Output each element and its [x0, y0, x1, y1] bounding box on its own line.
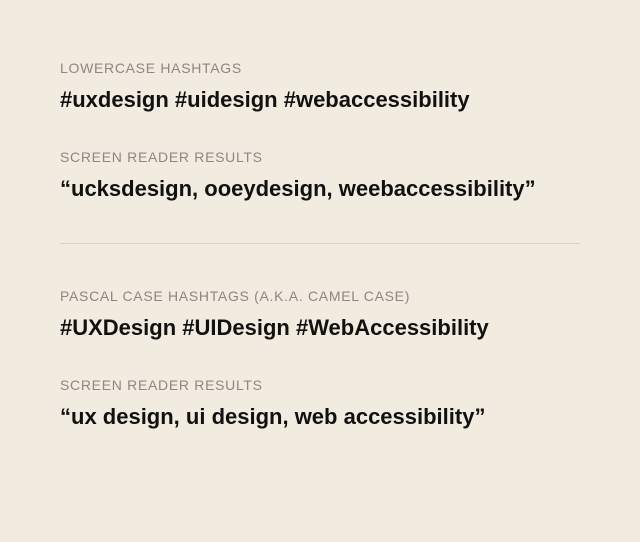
pascal-case-hashtags-label: PASCAL CASE HASHTAGS (A.K.A. CAMEL CASE) [60, 288, 580, 304]
screen-reader-results-2-section: SCREEN READER RESULTS “ux design, ui des… [60, 377, 580, 432]
divider [60, 243, 580, 244]
pascal-case-hashtags-section: PASCAL CASE HASHTAGS (A.K.A. CAMEL CASE)… [60, 288, 580, 343]
screen-reader-results-1-label: SCREEN READER RESULTS [60, 149, 580, 165]
screen-reader-results-1-content: “ucksdesign, ooeydesign, weebaccessibili… [60, 175, 580, 204]
screen-reader-results-2-label: SCREEN READER RESULTS [60, 377, 580, 393]
screen-reader-results-1-section: SCREEN READER RESULTS “ucksdesign, ooeyd… [60, 149, 580, 204]
pascal-case-hashtags-content: #UXDesign #UIDesign #WebAccessibility [60, 314, 580, 343]
lowercase-hashtags-section: LOWERCASE HASHTAGS #uxdesign #uidesign #… [60, 60, 580, 115]
screen-reader-results-2-content: “ux design, ui design, web accessibility… [60, 403, 580, 432]
lowercase-hashtags-label: LOWERCASE HASHTAGS [60, 60, 580, 76]
lowercase-hashtags-content: #uxdesign #uidesign #webaccessibility [60, 86, 580, 115]
